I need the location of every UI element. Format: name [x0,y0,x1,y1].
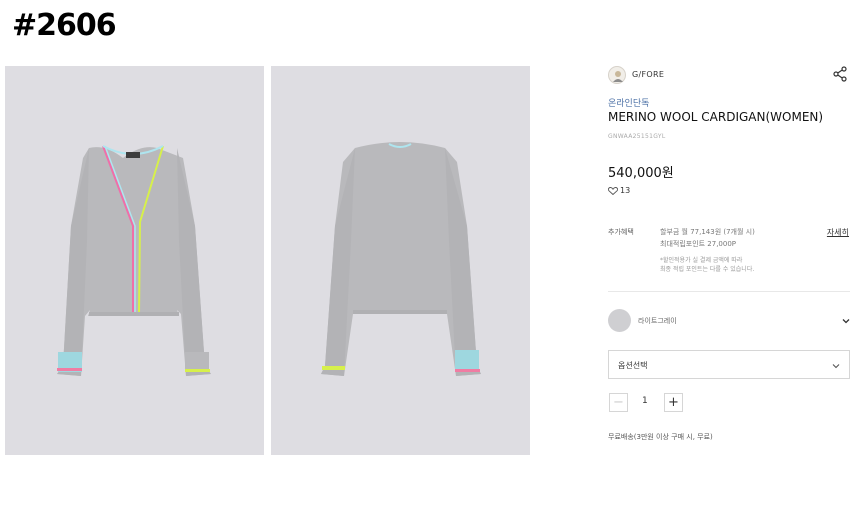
chevron-down-icon [832,364,840,369]
quantity-increase-button[interactable]: + [664,393,683,412]
option-select-label: 옵션선택 [618,361,648,370]
cardigan-front-illustration [57,145,211,376]
listing-label: #2606 [12,8,117,43]
brand-name[interactable]: G/FORE [632,70,664,79]
online-exclusive-tag: 온라인단독 [608,99,650,109]
heart-icon [608,187,618,195]
minus-icon: − [613,395,624,410]
color-swatch[interactable] [608,309,631,332]
cardigan-back-illustration [321,142,481,376]
installment-info: 할부금 월 77,143원 (7개월 시) [660,228,755,236]
divider [608,291,850,292]
points-info: 최대적립포인트 27,000P [660,240,737,248]
brand-logo[interactable] [608,66,626,84]
brand-row: G/FORE [608,64,850,86]
color-name: 라이트그레이 [638,317,677,325]
product-image-back[interactable] [271,66,530,455]
likes[interactable]: 13 [608,185,668,197]
chevron-down-icon[interactable] [842,318,850,324]
points-note-line1: *할인적용가 실 결제 금액에 따라 [660,257,743,264]
shipping-info: 무료배송(3만원 이상 구매 시, 무료) [608,433,713,441]
product-title: MERINO WOOL CARDIGAN(WOMEN) [608,110,824,124]
plus-icon: + [668,395,679,410]
product-image-front[interactable] [5,66,264,455]
points-note-line2: 최종 적립 포인트는 다를 수 있습니다. [660,266,755,273]
likes-count: 13 [620,186,631,195]
option-select[interactable]: 옵션선택 [608,350,850,379]
quantity-decrease-button[interactable]: − [609,393,628,412]
quantity-value: 1 [642,396,648,406]
benefit-details-link[interactable]: 자세히 [827,227,849,238]
product-code: GNWAA25151GYL [608,133,666,140]
share-icon[interactable] [832,66,848,82]
product-price: 540,000원 [608,166,674,181]
benefit-label: 추가혜택 [608,228,634,236]
